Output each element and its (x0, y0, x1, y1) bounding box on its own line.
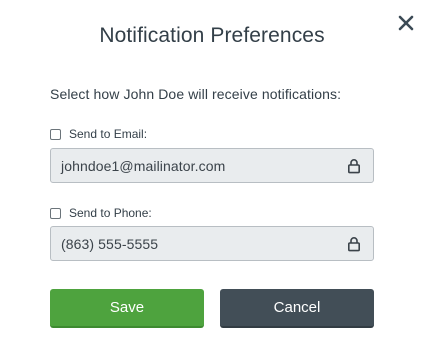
email-field: johndoe1@mailinator.com (50, 148, 374, 183)
lock-icon (347, 158, 360, 173)
send-to-email-label[interactable]: Send to Email: (69, 127, 147, 141)
phone-field: (863) 555-5555 (50, 226, 374, 261)
phone-value: (863) 555-5555 (61, 235, 159, 252)
send-to-email-checkbox[interactable] (50, 128, 61, 140)
send-to-email-row[interactable]: Send to Email: (50, 126, 147, 142)
instruction-text: Select how John Doe will receive notific… (50, 86, 342, 102)
dialog-title: Notification Preferences (99, 24, 325, 47)
lock-icon (347, 236, 360, 251)
email-value: johndoe1@mailinator.com (61, 157, 226, 174)
notification-preferences-dialog: Notification Preferences Select how John… (0, 0, 428, 352)
send-to-phone-label[interactable]: Send to Phone: (69, 206, 152, 220)
send-to-phone-row[interactable]: Send to Phone: (50, 205, 152, 221)
save-button[interactable]: Save (50, 289, 204, 328)
send-to-phone-checkbox[interactable] (50, 207, 61, 219)
cancel-button[interactable]: Cancel (220, 289, 374, 328)
